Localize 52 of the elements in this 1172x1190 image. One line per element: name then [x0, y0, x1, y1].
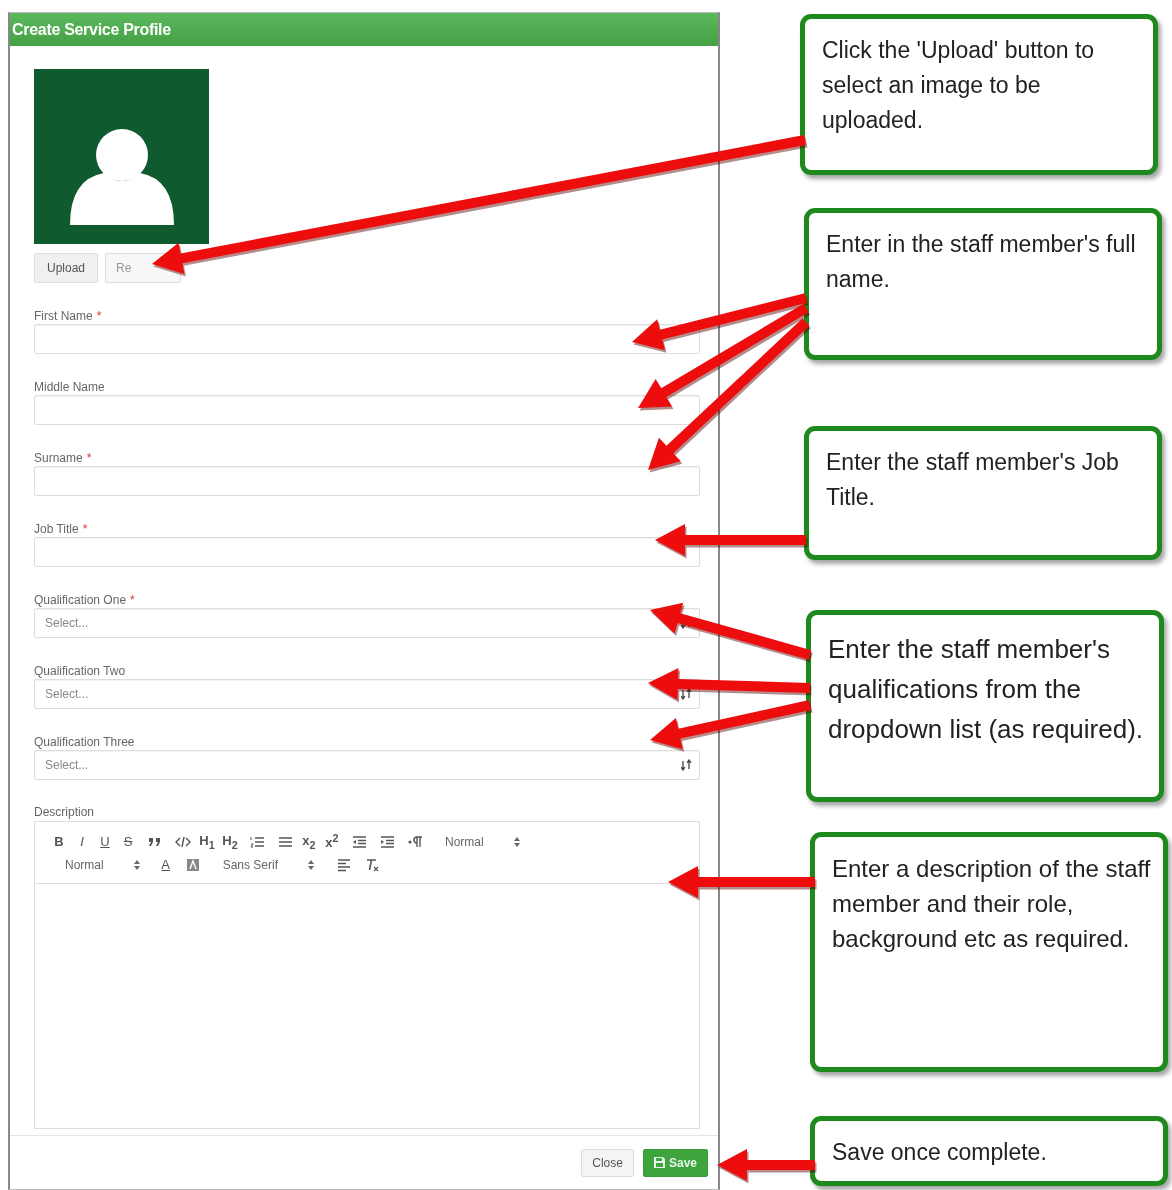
select-field[interactable]: Select... — [34, 679, 700, 709]
text-field[interactable] — [34, 395, 700, 425]
format-button[interactable]: I — [72, 834, 92, 849]
format-button[interactable]: x$_{2}$ — [299, 832, 319, 851]
sort-arrows-icon — [133, 859, 140, 870]
dialog-header: Create Service Profile — [10, 13, 718, 46]
text-field[interactable] — [34, 466, 700, 496]
format-button[interactable]: H$_{2}$ — [220, 832, 240, 851]
text-field[interactable] — [34, 324, 700, 354]
required-mark: * — [86, 451, 92, 466]
close-button[interactable]: Close — [581, 1148, 634, 1177]
sort-arrows-icon — [308, 859, 315, 870]
callout-text: Enter the staff member's qualifications from the dropdown list (as required). — [828, 633, 1145, 746]
align-left-icon[interactable] — [336, 856, 353, 873]
indent-icon[interactable] — [379, 833, 395, 850]
text-field[interactable] — [34, 537, 700, 567]
field-label: Qualification Two — [34, 664, 126, 679]
field-label: First Name — [34, 309, 93, 324]
highlight-icon[interactable] — [184, 856, 201, 873]
select-field[interactable]: Select... — [34, 608, 700, 638]
callout-text: Enter a description of the staff member and their role, background etc as required. — [832, 854, 1152, 954]
outdent-icon[interactable] — [351, 833, 367, 850]
format-button[interactable]: U — [95, 834, 115, 849]
select-field[interactable]: Select... — [34, 750, 700, 780]
format-dropdown[interactable]: Normal — [59, 857, 146, 872]
dropdown-value: Normal — [65, 857, 104, 872]
format-button[interactable]: H$_{1}$ — [197, 832, 217, 851]
sort-arrows-icon — [513, 836, 520, 847]
required-mark: * — [130, 593, 135, 608]
callout-text: Enter in the staff member's full name. — [826, 230, 1137, 294]
callout-text: Enter the staff member's Job Title. — [826, 448, 1120, 512]
field-label: Surname — [34, 451, 83, 466]
format-button[interactable]: x$^{2}$ — [322, 832, 342, 851]
field-label: Description — [34, 805, 95, 820]
clear-format-icon[interactable] — [364, 856, 381, 873]
format-dropdown[interactable]: Sans Serif — [216, 857, 321, 872]
callout-text: Save once complete. — [832, 1138, 1048, 1167]
format-button[interactable]: A — [155, 857, 176, 872]
format-button[interactable]: S — [118, 834, 138, 849]
dropdown-value: Normal — [445, 834, 484, 849]
dropdown-value: Sans Serif — [222, 857, 279, 872]
field-label: Job Title — [34, 522, 79, 537]
callout-text: Click the 'Upload' button to select an image to be uploaded. — [822, 36, 1096, 135]
upload-button[interactable]: Upload — [34, 253, 99, 283]
format-dropdown[interactable]: Normal — [439, 834, 526, 849]
field-label: Qualification Three — [34, 735, 135, 750]
required-mark: * — [96, 309, 102, 324]
field-label: Middle Name — [34, 380, 105, 395]
format-button[interactable]: B — [49, 834, 69, 849]
field-label: Qualification One — [34, 593, 127, 608]
required-mark: * — [82, 522, 88, 537]
paragraph-icon[interactable] — [407, 833, 423, 850]
